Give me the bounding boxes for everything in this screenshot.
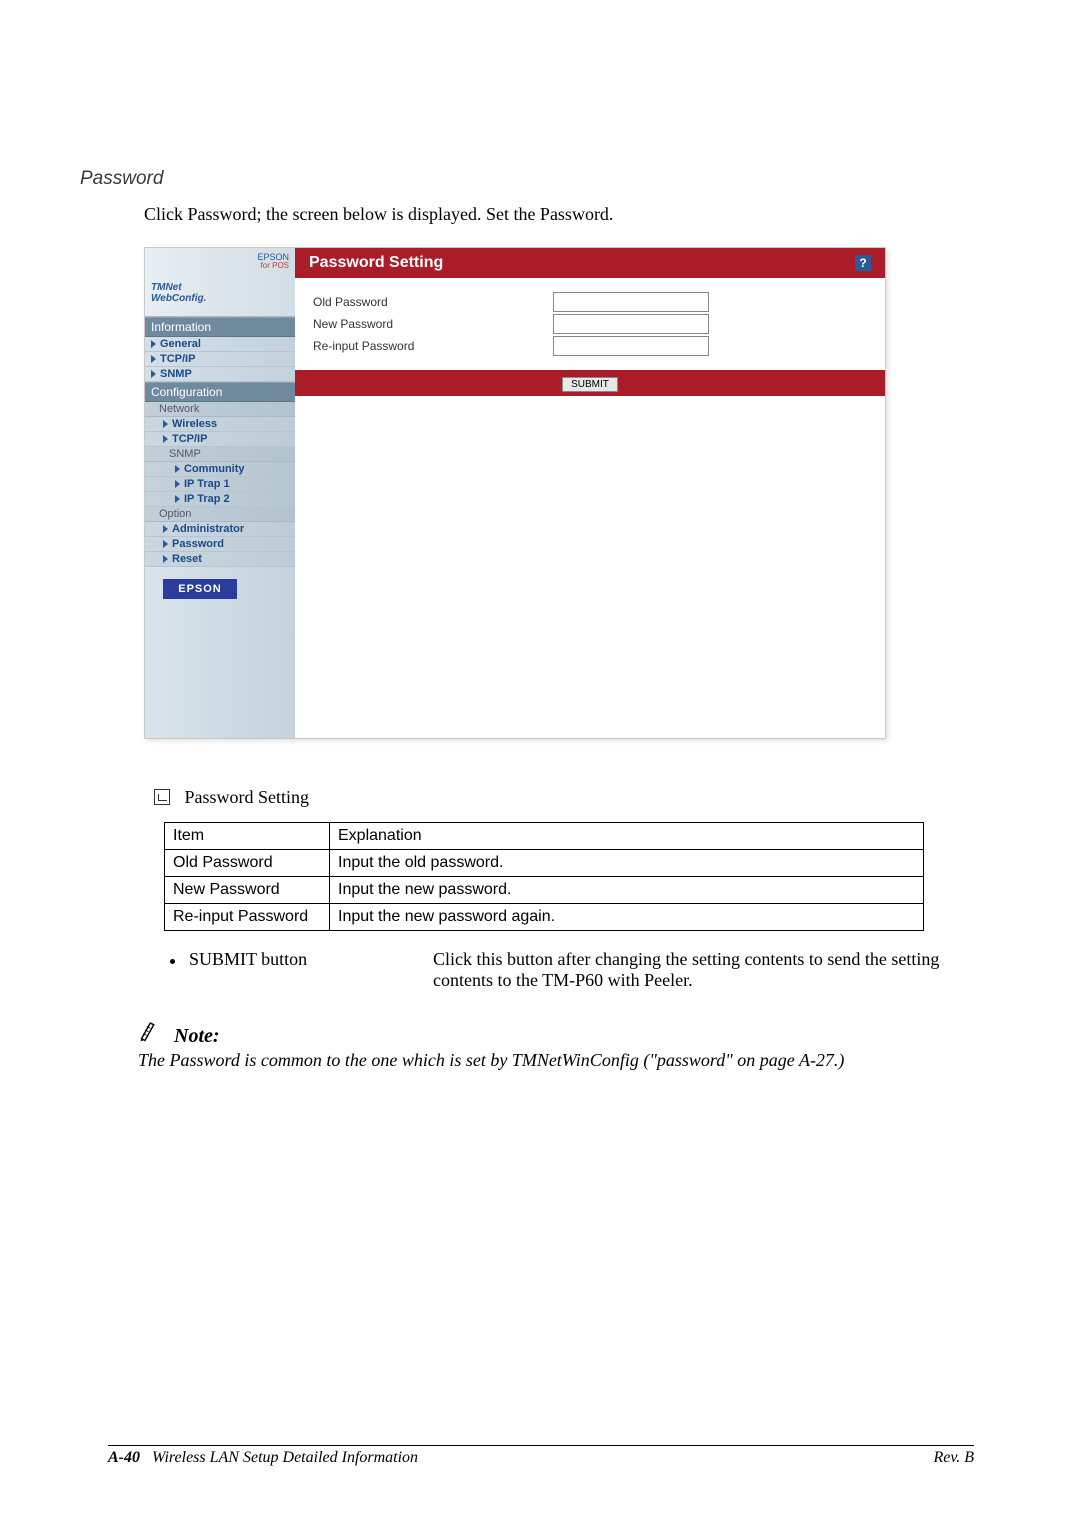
old-password-label: Old Password <box>313 295 553 309</box>
submit-explain-row: SUBMIT button Click this button after ch… <box>170 949 974 991</box>
help-icon[interactable]: ? <box>855 255 871 271</box>
table-cell-explanation: Input the new password again. <box>330 904 924 931</box>
note-text: The Password is common to the one which … <box>138 1050 974 1071</box>
triangle-icon <box>151 370 156 378</box>
footer-revision: Rev. B <box>933 1449 974 1467</box>
epson-badge: EPSON <box>163 579 237 599</box>
main-panel: Password Setting ? Old Password New Pass… <box>295 248 885 738</box>
sidebar-item-tcpip-info[interactable]: TCP/IP <box>145 352 295 367</box>
triangle-icon <box>163 420 168 428</box>
submit-button[interactable]: SUBMIT <box>562 377 618 392</box>
table-header-item: Item <box>165 823 330 850</box>
sidebar-item-label: TCP/IP <box>172 433 207 445</box>
sidebar-item-iptrap2[interactable]: IP Trap 2 <box>145 492 295 507</box>
password-setting-table: Item Explanation Old Password Input the … <box>164 822 924 931</box>
sidebar-item-label: IP Trap 2 <box>184 493 230 505</box>
submit-bar: SUBMIT <box>295 370 885 396</box>
logo-tmnet-text: TMNet <box>151 282 289 293</box>
sidebar-item-label: IP Trap 1 <box>184 478 230 490</box>
submit-explain-label: SUBMIT button <box>189 949 433 970</box>
sidebar-item-label: Community <box>184 463 245 475</box>
logo-area: EPSON for POS TMNet WebConfig. <box>145 248 295 317</box>
table-cell-explanation: Input the old password. <box>330 850 924 877</box>
intro-paragraph: Click Password; the screen below is disp… <box>144 204 974 225</box>
triangle-icon <box>163 555 168 563</box>
table-cell-item: Re-input Password <box>165 904 330 931</box>
nav-header-information: Information <box>145 317 295 337</box>
form-row-reinput-password: Re-input Password <box>313 336 867 356</box>
sidebar-item-administrator[interactable]: Administrator <box>145 522 295 537</box>
triangle-icon <box>163 435 168 443</box>
nav-label-snmp: SNMP <box>145 447 295 462</box>
triangle-icon <box>163 540 168 548</box>
page-footer: A-40 Wireless LAN Setup Detailed Informa… <box>108 1445 974 1467</box>
sidebar-item-label: Administrator <box>172 523 244 535</box>
form-area: Old Password New Password Re-input Passw… <box>295 278 885 362</box>
subsection-row: Password Setting <box>154 787 974 808</box>
sidebar-item-snmp-info[interactable]: SNMP <box>145 367 295 382</box>
new-password-label: New Password <box>313 317 553 331</box>
reinput-password-label: Re-input Password <box>313 339 553 353</box>
logo-webconfig-text: WebConfig. <box>151 293 289 304</box>
reinput-password-input[interactable] <box>553 336 709 356</box>
sidebar-item-label: General <box>160 338 201 350</box>
table-cell-explanation: Input the new password. <box>330 877 924 904</box>
table-row: Re-input Password Input the new password… <box>165 904 924 931</box>
triangle-icon <box>175 480 180 488</box>
pencil-icon <box>138 1017 166 1048</box>
panel-header: Password Setting ? <box>295 248 885 278</box>
footer-page-number: A-40 <box>108 1449 140 1466</box>
sidebar-item-label: SNMP <box>160 368 192 380</box>
sidebar-item-tcpip-config[interactable]: TCP/IP <box>145 432 295 447</box>
old-password-input[interactable] <box>553 292 709 312</box>
sidebar-item-label: Reset <box>172 553 202 565</box>
bullet-box-icon <box>154 789 170 805</box>
triangle-icon <box>151 340 156 348</box>
bullet-dot-icon <box>170 959 175 964</box>
sidebar-item-label: Password <box>172 538 224 550</box>
sidebar-item-label: Wireless <box>172 418 217 430</box>
ui-screenshot: EPSON for POS TMNet WebConfig. Informati… <box>144 247 886 739</box>
form-row-old-password: Old Password <box>313 292 867 312</box>
table-cell-item: Old Password <box>165 850 330 877</box>
form-row-new-password: New Password <box>313 314 867 334</box>
section-title: Password <box>80 168 974 190</box>
document-page: Password Click Password; the screen belo… <box>0 0 1080 1527</box>
sidebar-item-password[interactable]: Password <box>145 537 295 552</box>
triangle-icon <box>163 525 168 533</box>
table-cell-item: New Password <box>165 877 330 904</box>
triangle-icon <box>175 495 180 503</box>
note-row: Note: <box>138 1017 974 1048</box>
nav-label-network: Network <box>145 402 295 417</box>
sidebar-item-reset[interactable]: Reset <box>145 552 295 567</box>
table-row: New Password Input the new password. <box>165 877 924 904</box>
triangle-icon <box>175 465 180 473</box>
sidebar-item-community[interactable]: Community <box>145 462 295 477</box>
panel-title: Password Setting <box>309 254 443 272</box>
subsection-title-text: Password Setting <box>185 787 310 807</box>
table-row: Old Password Input the old password. <box>165 850 924 877</box>
sidebar-item-label: TCP/IP <box>160 353 195 365</box>
table-header-row: Item Explanation <box>165 823 924 850</box>
sidebar-item-iptrap1[interactable]: IP Trap 1 <box>145 477 295 492</box>
table-header-explanation: Explanation <box>330 823 924 850</box>
sidebar: EPSON for POS TMNet WebConfig. Informati… <box>145 248 295 738</box>
submit-explain-desc: Click this button after changing the set… <box>433 949 974 991</box>
logo-forpos-text: for POS <box>151 261 289 270</box>
nav-label-option: Option <box>145 507 295 522</box>
sidebar-item-general[interactable]: General <box>145 337 295 352</box>
footer-title: Wireless LAN Setup Detailed Information <box>152 1449 418 1466</box>
note-word: Note: <box>174 1025 220 1048</box>
nav-header-configuration: Configuration <box>145 382 295 402</box>
new-password-input[interactable] <box>553 314 709 334</box>
footer-left: A-40 Wireless LAN Setup Detailed Informa… <box>108 1449 418 1467</box>
sidebar-item-wireless[interactable]: Wireless <box>145 417 295 432</box>
triangle-icon <box>151 355 156 363</box>
